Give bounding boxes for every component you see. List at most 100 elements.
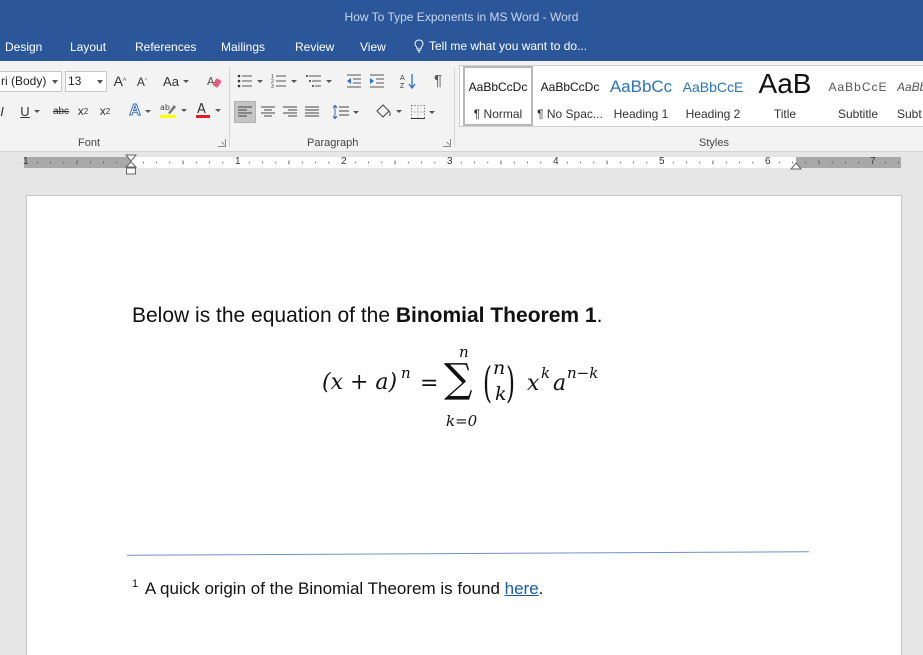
borders-icon <box>411 105 425 119</box>
font-name-value: ri (Body) <box>1 74 47 88</box>
subscript-button[interactable]: x2 <box>74 100 92 122</box>
borders-button[interactable] <box>408 101 438 123</box>
tab-layout[interactable]: Layout <box>70 40 106 54</box>
shading-button[interactable] <box>372 100 404 122</box>
term-x: x <box>527 371 540 396</box>
font-color-icon: A <box>196 102 210 118</box>
justify-icon <box>305 106 319 117</box>
text-effects-button[interactable]: A <box>126 100 154 122</box>
binom-top: n <box>493 357 506 379</box>
line-spacing-button[interactable] <box>331 101 361 123</box>
binom-bottom: k <box>495 383 507 405</box>
tell-me-text: Tell me what you want to do... <box>429 39 588 53</box>
sort-button[interactable]: AZ <box>398 70 418 92</box>
align-right-icon <box>283 106 297 117</box>
summation-symbol: ∑ <box>444 356 473 402</box>
decrease-indent-button[interactable] <box>344 70 364 92</box>
font-group-label: Font <box>78 137 101 149</box>
justify-button[interactable] <box>302 101 322 123</box>
styles-group-label: Styles <box>699 137 729 149</box>
document-page[interactable]: Below is the equation of the Binomial Th… <box>26 195 902 655</box>
style-title[interactable]: AaB Title <box>751 66 819 126</box>
lightbulb-icon <box>414 39 424 53</box>
italic-button[interactable]: I <box>0 100 7 122</box>
numbering-button[interactable]: 1 2 3 <box>269 70 299 92</box>
ruler-number: 5 <box>659 156 665 167</box>
footnote-number: 1 <box>132 578 139 590</box>
show-formatting-button[interactable]: ¶ <box>429 69 447 91</box>
highlighter-icon: ab <box>160 103 176 118</box>
term-a-exponent: n−k <box>567 364 599 382</box>
tab-review[interactable]: Review <box>295 40 334 54</box>
footnote-link[interactable]: here <box>505 579 539 598</box>
strikethrough-button[interactable]: abc <box>50 100 72 122</box>
ruler-number: 3 <box>447 156 453 167</box>
increase-indent-icon <box>370 74 384 88</box>
font-size-combo[interactable]: 13 <box>65 71 107 92</box>
underline-button[interactable]: U <box>16 100 44 122</box>
line-spacing-icon <box>333 105 349 119</box>
tab-view[interactable]: View <box>360 40 386 54</box>
ruler-number: 1 <box>23 156 29 167</box>
horizontal-ruler: 1 1 2 3 4 5 6 7 <box>0 152 923 175</box>
font-color-button[interactable]: A <box>193 99 223 121</box>
style-no-spacing[interactable]: AaBbCcDc ¶ No Spac... <box>535 66 605 126</box>
style-heading-1[interactable]: AaBbCc Heading 1 <box>607 66 675 126</box>
svg-text:3: 3 <box>271 84 274 89</box>
eraser-icon: A <box>207 75 222 88</box>
ribbon-tabs: Design Layout References Mailings Review… <box>0 34 923 61</box>
tab-design[interactable]: Design <box>5 40 42 54</box>
term-a: a <box>553 371 567 396</box>
increase-indent-button[interactable] <box>367 70 387 92</box>
style-subtitle[interactable]: AaBbCcE Subtitle <box>823 66 893 126</box>
binom-right-paren: ) <box>506 358 516 407</box>
grow-font-button[interactable]: A ^ <box>112 70 128 92</box>
decrease-indent-icon <box>347 74 361 88</box>
bullets-icon <box>237 74 252 88</box>
equation-lhs-exponent: n <box>401 364 411 382</box>
svg-text:A: A <box>400 75 405 82</box>
font-name-combo[interactable]: ri (Body) <box>0 71 62 92</box>
text-effects-icon: A <box>129 102 142 120</box>
styles-gallery: AaBbCcDc ¶ Normal AaBbCcDc ¶ No Spac... … <box>459 65 923 127</box>
ruler-number: 1 <box>235 156 241 167</box>
highlight-color-button[interactable]: ab <box>158 99 188 121</box>
tab-mailings[interactable]: Mailings <box>221 40 265 54</box>
style-heading-2[interactable]: AaBbCcE Heading 2 <box>679 66 747 126</box>
paragraph-group-label: Paragraph <box>307 137 359 149</box>
font-dialog-launcher[interactable] <box>218 139 226 147</box>
footnote-separator <box>127 551 809 556</box>
font-size-value: 13 <box>68 74 82 88</box>
right-indent-marker[interactable] <box>790 160 802 170</box>
term-x-exponent: k <box>541 364 551 382</box>
shrink-font-button[interactable]: Aˇ <box>134 71 150 93</box>
tab-references[interactable]: References <box>135 40 196 54</box>
indent-marker[interactable] <box>125 154 137 175</box>
sort-icon: AZ <box>400 74 416 89</box>
multilevel-list-button[interactable] <box>304 70 334 92</box>
clear-formatting-button[interactable]: A <box>204 70 224 92</box>
bullets-button[interactable] <box>236 70 264 92</box>
tell-me-box[interactable]: Tell me what you want to do... <box>414 39 587 53</box>
window-title: How To Type Exponents in MS Word - Word <box>344 10 579 24</box>
align-left-icon <box>238 106 252 117</box>
style-subtle-emphasis[interactable]: AaBb Subt <box>897 66 923 126</box>
superscript-button[interactable]: x2 <box>96 100 114 122</box>
change-case-button[interactable]: Aa <box>160 70 192 92</box>
body-paragraph: Below is the equation of the Binomial Th… <box>132 304 603 327</box>
binomial-equation[interactable]: (x + a) n = n ∑ k=0 ( n k ) x k a n−k <box>322 343 632 434</box>
align-right-button[interactable] <box>280 101 300 123</box>
paragraph-dialog-launcher[interactable] <box>443 139 451 147</box>
svg-text:ab: ab <box>160 103 170 112</box>
bold-term: Binomial Theorem 1 <box>395 304 597 327</box>
style-normal[interactable]: AaBbCcDc ¶ Normal <box>463 66 533 126</box>
svg-text:A: A <box>197 102 206 117</box>
equation-lhs: (x + a) <box>322 370 398 395</box>
ribbon: ri (Body) 13 A ^ Aˇ Aa A I U abc x2 x2 A … <box>0 61 923 152</box>
multilevel-list-icon <box>306 75 321 87</box>
paint-bucket-icon <box>376 104 391 118</box>
sum-lower-limit: k=0 <box>446 412 478 430</box>
align-center-button[interactable] <box>258 101 278 123</box>
ruler-number: 7 <box>870 156 876 167</box>
align-left-button[interactable] <box>234 101 256 123</box>
